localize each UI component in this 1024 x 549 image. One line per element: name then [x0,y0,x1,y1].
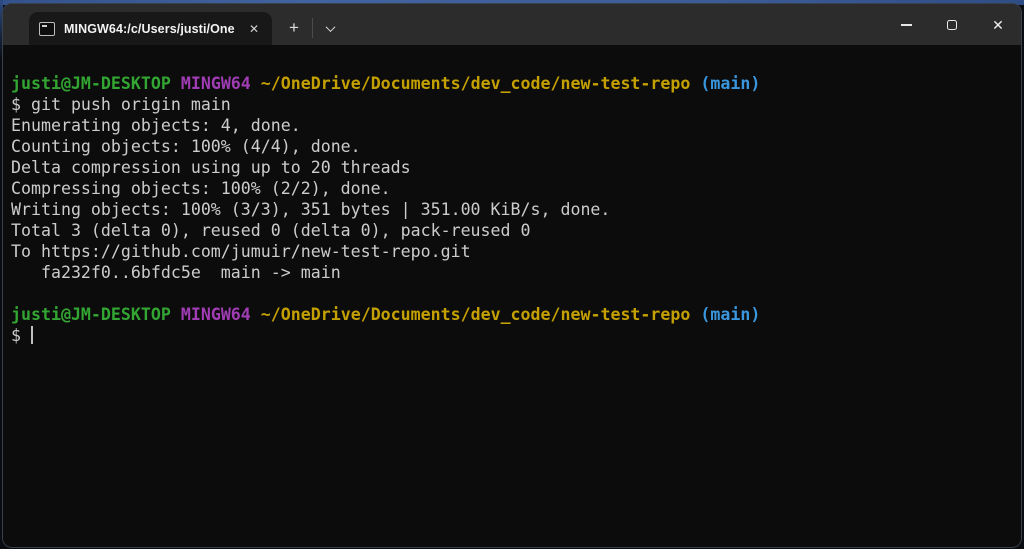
terminal-cursor [31,326,34,344]
terminal-output[interactable]: justi@JM-DESKTOP MINGW64 ~/OneDrive/Docu… [3,45,1021,547]
close-button[interactable]: ✕ [975,4,1021,45]
maximize-button[interactable] [929,4,975,45]
terminal-line: fa232f0..6bfdc5e main -> main [11,262,1013,283]
terminal-line [11,283,1013,304]
minimize-icon [901,24,912,25]
maximize-icon [947,20,957,30]
terminal-line [11,52,1013,73]
git-bash-terminal-icon [39,22,55,36]
close-icon: ✕ [992,18,1004,32]
terminal-line: justi@JM-DESKTOP MINGW64 ~/OneDrive/Docu… [11,304,1013,325]
minimize-button[interactable] [883,4,929,45]
terminal-line: justi@JM-DESKTOP MINGW64 ~/OneDrive/Docu… [11,73,1013,94]
terminal-line: Delta compression using up to 20 threads [11,157,1013,178]
titlebar-drag-region[interactable] [340,4,883,45]
window-controls: ✕ [883,4,1021,45]
terminal-line: To https://github.com/jumuir/new-test-re… [11,241,1013,262]
tab-dropdown-button[interactable] [322,20,340,36]
terminal-line: $ git push origin main [11,94,1013,115]
terminal-line: Compressing objects: 100% (2/2), done. [11,178,1013,199]
tab-mingw64[interactable]: MINGW64:/c/Users/justi/One ✕ [29,12,272,45]
terminal-line: Writing objects: 100% (3/3), 351 bytes |… [11,199,1013,220]
tab-title: MINGW64:/c/Users/justi/One [64,22,236,36]
title-bar: MINGW64:/c/Users/justi/One ✕ + ✕ [3,4,1021,45]
terminal-window: MINGW64:/c/Users/justi/One ✕ + ✕ justi@J… [2,3,1022,548]
chevron-down-icon [326,22,336,32]
terminal-line: $ [11,325,1013,346]
terminal-line: Counting objects: 100% (4/4), done. [11,136,1013,157]
terminal-line: Enumerating objects: 4, done. [11,115,1013,136]
new-tab-button[interactable]: + [287,19,301,36]
tab-close-icon[interactable]: ✕ [245,20,263,38]
terminal-line: Total 3 (delta 0), reused 0 (delta 0), p… [11,220,1013,241]
tabbar-separator [312,18,313,38]
